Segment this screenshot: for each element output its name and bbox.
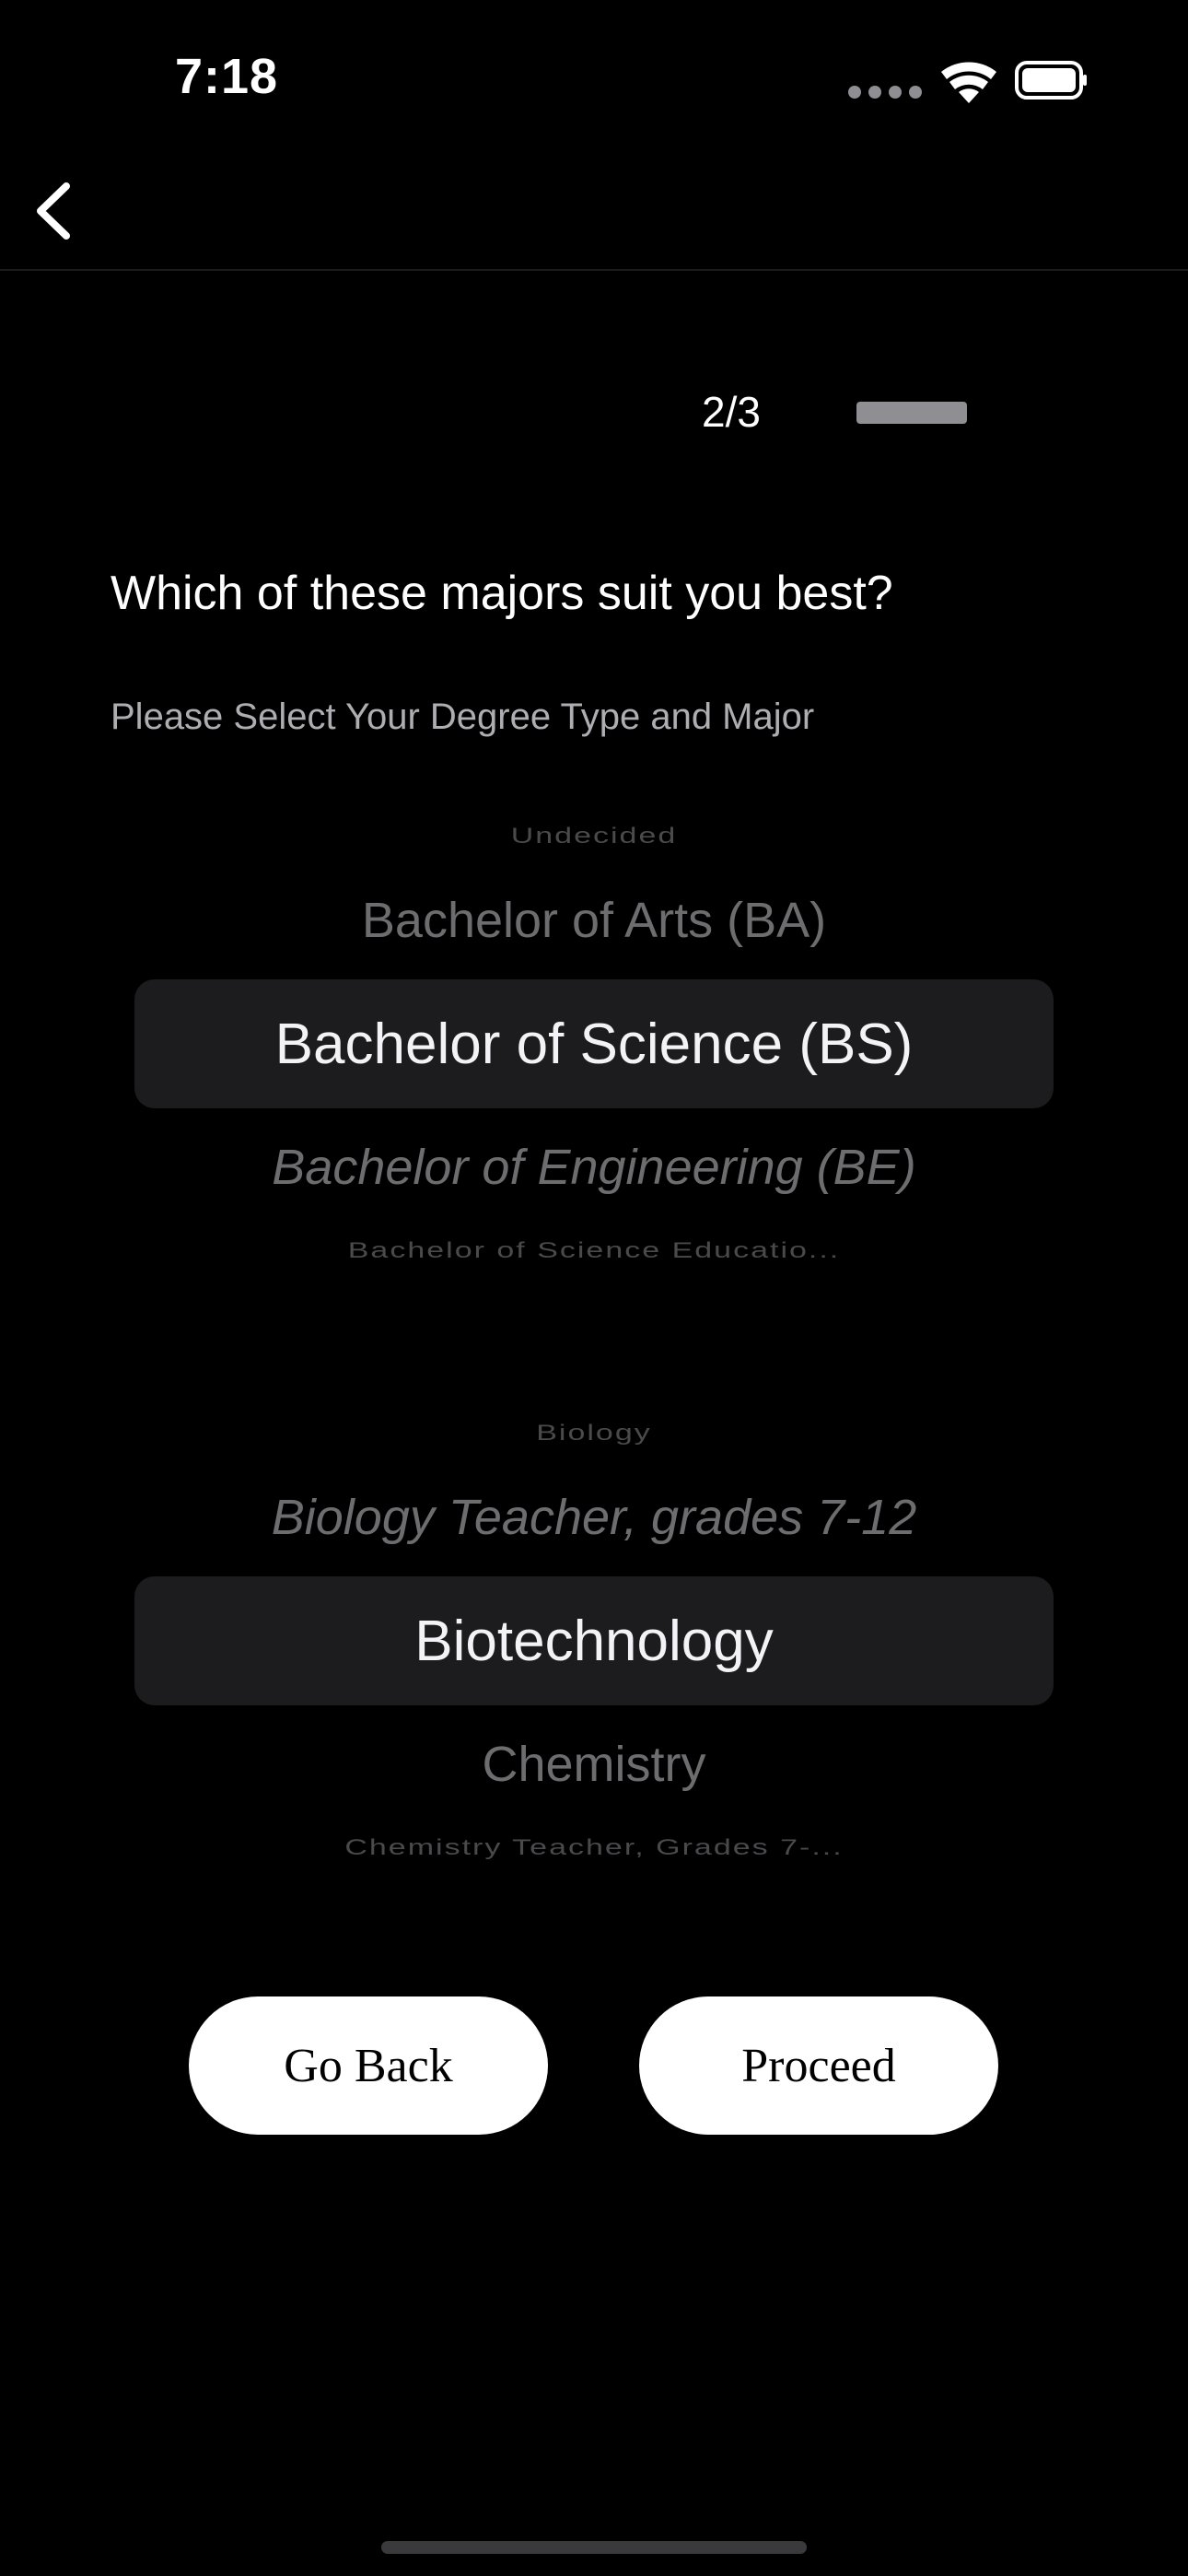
wifi-icon: [941, 62, 996, 103]
picker-option[interactable]: Biology Teacher, grades 7-12: [134, 1489, 1054, 1546]
picker-option[interactable]: Bachelor of Arts (BA): [134, 892, 1054, 949]
picker-option-selected[interactable]: Biotechnology: [134, 1609, 1054, 1674]
picker-option[interactable]: Undecided: [134, 823, 1054, 849]
picker-option[interactable]: Biology: [134, 1420, 1054, 1446]
status-icons: [848, 61, 1087, 103]
status-time: 7:18: [175, 49, 279, 104]
degree-type-picker[interactable]: Undecided Bachelor of Arts (BA) Bachelor…: [134, 802, 1054, 1281]
signal-dots-icon: [848, 86, 922, 99]
status-bar: 7:18: [0, 0, 1188, 157]
chevron-left-icon[interactable]: [28, 179, 83, 243]
step-counter: 2/3: [702, 388, 761, 436]
proceed-button[interactable]: Proceed: [639, 1996, 998, 2135]
picker-option-selected[interactable]: Bachelor of Science (BS): [134, 1012, 1054, 1077]
picker-option[interactable]: Bachelor of Science Educatio...: [134, 1237, 1054, 1263]
question-title: Which of these majors suit you best?: [111, 567, 893, 620]
home-indicator: [381, 2541, 807, 2554]
major-picker[interactable]: Biology Biology Teacher, grades 7-12 Bio…: [134, 1399, 1054, 1878]
battery-icon: [1015, 61, 1087, 100]
picker-option[interactable]: Bachelor of Engineering (BE): [134, 1139, 1054, 1196]
question-subtitle: Please Select Your Degree Type and Major: [111, 697, 815, 737]
go-back-button[interactable]: Go Back: [189, 1996, 548, 2135]
progress-bar: [856, 402, 967, 424]
picker-option[interactable]: Chemistry: [134, 1736, 1054, 1793]
picker-option[interactable]: Chemistry Teacher, Grades 7-...: [134, 1834, 1054, 1860]
nav-bar: [0, 157, 1188, 271]
progress-bar-fill: [856, 402, 967, 424]
